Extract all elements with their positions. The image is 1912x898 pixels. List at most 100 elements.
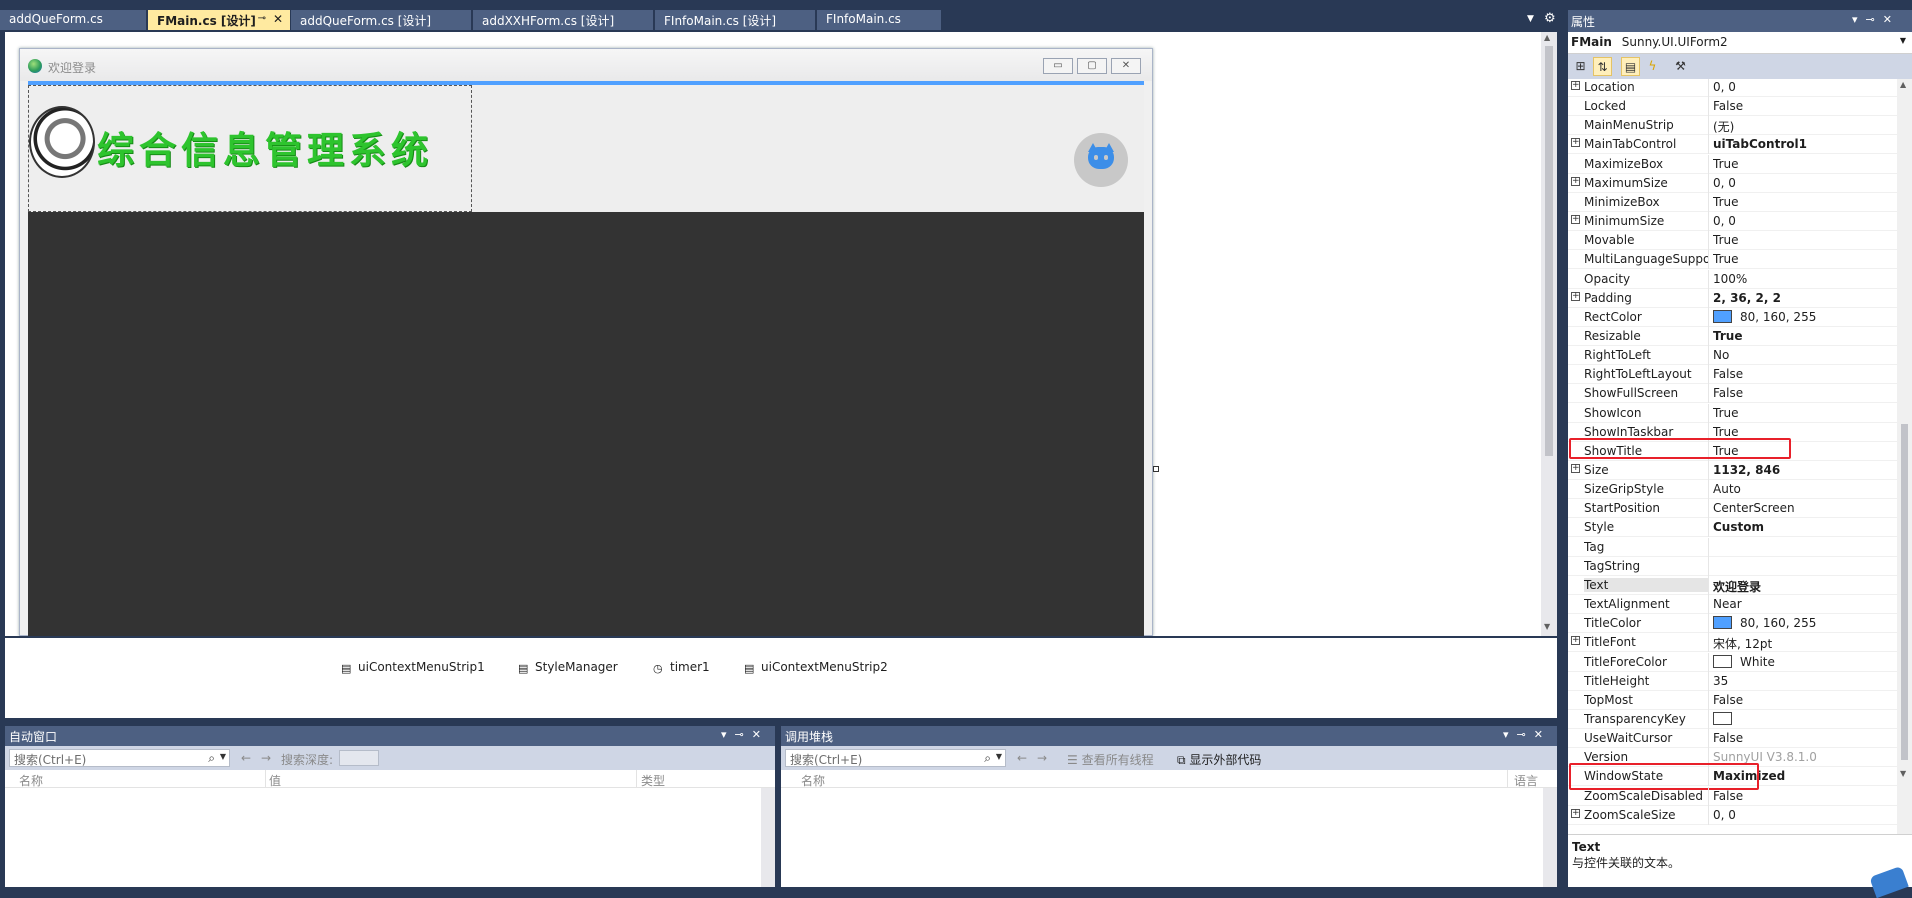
back-icon[interactable]: ← (241, 751, 251, 765)
expand-icon[interactable]: + (1571, 138, 1580, 148)
expand-icon[interactable]: + (1571, 215, 1580, 225)
property-row[interactable]: MultiLanguageSuppo True (1568, 250, 1897, 270)
categorized-icon[interactable]: ⊞ (1571, 57, 1590, 76)
panel-controls[interactable]: ▾⊸✕ (721, 728, 769, 741)
property-row[interactable]: RightToLeft No (1568, 346, 1897, 366)
property-grid-scrollbar[interactable]: ▲ ▼ (1897, 79, 1912, 834)
property-row[interactable]: + TitleFont 宋体, 12pt (1568, 633, 1897, 653)
property-row[interactable]: TitleHeight 35 (1568, 671, 1897, 691)
expand-icon[interactable]: + (1571, 291, 1580, 301)
property-row[interactable]: TopMost False (1568, 690, 1897, 710)
property-row[interactable]: TitleColor 80, 160, 255 (1568, 614, 1897, 634)
property-value[interactable]: 0, 0 (1713, 214, 1893, 228)
show-all-threads-button[interactable]: ☰ 查看所有线程 (1067, 751, 1154, 768)
property-value[interactable]: 80, 160, 255 (1713, 616, 1893, 630)
property-row[interactable]: ShowFullScreen False (1568, 384, 1897, 404)
property-pages-icon[interactable]: ⚒ (1671, 57, 1690, 76)
property-value[interactable]: True (1713, 425, 1893, 439)
property-row[interactable]: + ZoomScaleSize 0, 0 (1568, 805, 1897, 825)
expand-icon[interactable]: + (1571, 636, 1580, 646)
property-value[interactable]: True (1713, 406, 1893, 420)
property-row[interactable]: Movable True (1568, 231, 1897, 251)
property-value[interactable]: Auto (1713, 482, 1893, 496)
avatar[interactable] (1074, 133, 1128, 187)
property-row[interactable]: + Padding 2, 36, 2, 2 (1568, 288, 1897, 308)
property-row[interactable]: Opacity 100% (1568, 269, 1897, 289)
gear-icon[interactable]: ⚙ (1544, 11, 1556, 26)
property-value[interactable]: False (1713, 789, 1893, 803)
column-separator[interactable] (636, 770, 637, 788)
property-value[interactable]: 宋体, 12pt (1713, 635, 1893, 652)
search-icon[interactable]: ⌕ (984, 751, 991, 766)
panel-scrollbar[interactable] (761, 788, 775, 887)
property-row[interactable]: + Size 1132, 846 (1568, 461, 1897, 480)
scroll-up-icon[interactable]: ▲ (1544, 33, 1550, 42)
tab-addxxhform-designer[interactable]: addXXHForm.cs [设计] (473, 10, 653, 30)
object-selector[interactable]: FMain Sunny.UI.UIForm2 ▼ (1568, 32, 1912, 54)
search-input[interactable]: 搜索(Ctrl+E) ⌕ ▼ (785, 749, 1006, 767)
designer-scrollbar[interactable]: ▲ ▼ (1541, 32, 1557, 636)
property-value[interactable]: 0, 0 (1713, 808, 1893, 822)
forward-icon[interactable]: → (1037, 751, 1047, 765)
expand-icon[interactable]: + (1571, 81, 1580, 90)
property-value[interactable]: 2, 36, 2, 2 (1713, 291, 1893, 305)
property-row[interactable]: + MainTabControl uiTabControl1 (1568, 135, 1897, 155)
chevron-down-icon[interactable]: ▼ (996, 752, 1002, 761)
property-value[interactable]: False (1713, 693, 1893, 707)
property-value[interactable]: uiTabControl1 (1713, 137, 1893, 151)
expand-icon[interactable]: + (1571, 808, 1580, 818)
pin-icon[interactable]: ⊸ (258, 13, 266, 24)
alphabetical-icon[interactable]: ⇅ (1593, 57, 1612, 76)
panel-controls[interactable]: ▾⊸✕ (1852, 13, 1900, 26)
back-icon[interactable]: ← (1017, 751, 1027, 765)
property-value[interactable]: 100% (1713, 272, 1893, 286)
tray-item-contextmenu2[interactable]: ▤ uiContextMenuStrip2 (744, 660, 888, 675)
property-row[interactable]: MinimizeBox True (1568, 192, 1897, 212)
tray-item-contextmenu1[interactable]: ▤ uiContextMenuStrip1 (341, 660, 485, 675)
property-row[interactable]: Resizable True (1568, 326, 1897, 346)
chevron-down-icon[interactable]: ▼ (1527, 14, 1534, 24)
tab-fmain-designer[interactable]: FMain.cs [设计] ⊸ ✕ (148, 10, 290, 30)
property-value[interactable]: SunnyUI V3.8.1.0 (1713, 750, 1893, 764)
property-row[interactable]: UseWaitCursor False (1568, 729, 1897, 749)
tab-finfomain-cs[interactable]: FInfoMain.cs (817, 10, 941, 30)
property-row[interactable]: + MaximumSize 0, 0 (1568, 173, 1897, 193)
form-title-bar[interactable]: 欢迎登录 ▭ ▢ ✕ (20, 49, 1152, 81)
property-row[interactable]: MaximizeBox True (1568, 154, 1897, 174)
tray-item-timer1[interactable]: ◷ timer1 (653, 660, 710, 675)
chevron-down-icon[interactable]: ▼ (220, 752, 226, 761)
property-row[interactable]: ZoomScaleDisabled False (1568, 786, 1897, 806)
close-icon[interactable]: ✕ (273, 12, 283, 26)
scroll-down-icon[interactable]: ▼ (1544, 622, 1550, 631)
forward-icon[interactable]: → (261, 751, 271, 765)
property-row[interactable]: + MinimumSize 0, 0 (1568, 212, 1897, 232)
expand-icon[interactable]: + (1571, 176, 1580, 186)
property-row[interactable]: TitleForeColor White (1568, 652, 1897, 672)
panel-scrollbar[interactable] (1543, 788, 1557, 887)
panel-controls[interactable]: ▾⊸✕ (1503, 728, 1551, 741)
property-row[interactable]: Tag (1568, 537, 1897, 557)
property-value[interactable]: 35 (1713, 674, 1893, 688)
property-value[interactable]: 0, 0 (1713, 80, 1893, 94)
property-value[interactable]: CenterScreen (1713, 501, 1893, 515)
property-value[interactable]: True (1713, 195, 1893, 209)
property-row[interactable]: ShowIcon True (1568, 403, 1897, 423)
property-value[interactable]: 0, 0 (1713, 176, 1893, 190)
property-value[interactable]: Custom (1713, 520, 1893, 534)
property-row[interactable]: Locked False (1568, 97, 1897, 117)
show-external-code-button[interactable]: ⧉ 显示外部代码 (1177, 751, 1261, 768)
search-input[interactable]: 搜索(Ctrl+E) ⌕ ▼ (9, 749, 230, 767)
property-value[interactable]: False (1713, 99, 1893, 113)
maximize-button[interactable]: ▢ (1077, 58, 1107, 74)
property-value[interactable]: False (1713, 386, 1893, 400)
scroll-up-icon[interactable]: ▲ (1900, 80, 1906, 89)
property-value[interactable]: Near (1713, 597, 1893, 611)
property-value[interactable]: True (1713, 252, 1893, 266)
property-row[interactable]: RightToLeftLayout False (1568, 365, 1897, 385)
property-value[interactable]: True (1713, 157, 1893, 171)
tab-addqueform-designer[interactable]: addQueForm.cs [设计] (291, 10, 471, 30)
property-value[interactable]: True (1713, 329, 1893, 343)
property-row[interactable]: + Location 0, 0 (1568, 79, 1897, 97)
property-row[interactable]: RectColor 80, 160, 255 (1568, 307, 1897, 327)
column-separator[interactable] (265, 770, 266, 788)
